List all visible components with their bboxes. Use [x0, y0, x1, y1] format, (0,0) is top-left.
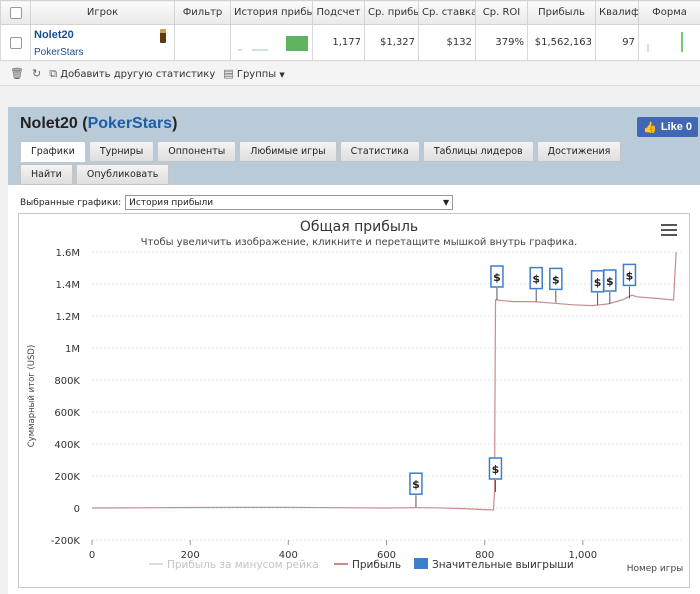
- big-win-marker-label: $: [626, 269, 634, 282]
- col-header-avg-profit[interactable]: Ср. прибыль: [364, 0, 419, 25]
- copy-icon: ⧉: [49, 66, 58, 80]
- table-row: Nolet20 PokerStars 1,177 $1,327 $132 379…: [0, 24, 700, 61]
- add-stats-button[interactable]: ⧉ Добавить другую статистику: [49, 67, 215, 81]
- tab-favorite-games[interactable]: Любимые игры: [239, 141, 337, 162]
- form-sparkline: [638, 24, 700, 61]
- tab-achievements[interactable]: Достижения: [536, 141, 622, 162]
- tab-statistics[interactable]: Статистика: [339, 141, 420, 162]
- profit-chart[interactable]: Общая прибыль Чтобы увеличить изображение…: [18, 213, 690, 588]
- tab-charts[interactable]: Графики: [20, 141, 86, 162]
- y-tick-label: 0: [74, 504, 80, 515]
- big-win-marker-label: $: [552, 273, 560, 286]
- col-header-count[interactable]: Подсчет: [312, 0, 365, 25]
- y-tick-label: 600K: [54, 408, 80, 419]
- tab-tournaments[interactable]: Турниры: [88, 141, 155, 162]
- legend-label: Значительные выигрыши: [432, 559, 574, 571]
- x-axis-label: Номер игры: [627, 564, 684, 574]
- x-tick-label: 0: [89, 550, 95, 561]
- series-line-profit: [91, 251, 677, 511]
- row-checkbox[interactable]: [0, 24, 31, 61]
- legend-label: Прибыль за минусом рейка: [167, 559, 319, 571]
- big-win-marker-label: $: [606, 275, 614, 288]
- panel-site-link[interactable]: PokerStars: [88, 115, 173, 132]
- tab-opponents[interactable]: Оппоненты: [157, 141, 237, 162]
- thumbs-up-icon: 👍: [643, 121, 657, 134]
- chart-selector-row: Выбранные графики: История прибыли ▼: [20, 195, 454, 210]
- y-tick-label: -200K: [51, 536, 81, 547]
- stats-table: Игрок Фильтр История прибыль Подсчет Ср.…: [0, 0, 700, 61]
- table-toolbar: 🗑 ↻ ⧉ Добавить другую статистику ▤ Групп…: [0, 62, 700, 86]
- chart-selector-label: Выбранные графики:: [20, 197, 122, 208]
- big-win-marker-label: $: [492, 463, 500, 476]
- filter-cell: [174, 24, 231, 61]
- y-tick-label: 1.2M: [55, 312, 80, 323]
- col-header-profit[interactable]: Прибыль: [527, 0, 596, 25]
- count-cell: 1,177: [312, 24, 365, 61]
- tab-leaderboards[interactable]: Таблицы лидеров: [422, 141, 534, 162]
- history-sparkline: [230, 24, 313, 61]
- col-header-filter[interactable]: Фильтр: [174, 0, 231, 25]
- y-tick-label: 800K: [54, 376, 80, 387]
- player-cell: Nolet20 PokerStars: [30, 24, 175, 61]
- profit-cell: $1,562,163: [527, 24, 596, 61]
- col-header-form[interactable]: Форма: [638, 0, 700, 25]
- chevron-down-icon: ▼: [279, 71, 285, 79]
- col-header-history[interactable]: История прибыль: [230, 0, 313, 25]
- legend-label: Прибыль: [352, 559, 401, 571]
- chevron-down-icon: ▼: [443, 198, 450, 207]
- player-panel: Nolet20 (PokerStars) 👍 Like 0 Графики Ту…: [8, 107, 700, 594]
- chart-title: Общая прибыль: [300, 219, 418, 235]
- panel-tabs: Графики Турниры Оппоненты Любимые игры С…: [20, 141, 640, 185]
- select-all-checkbox[interactable]: [0, 0, 31, 25]
- refresh-icon[interactable]: ↻: [32, 67, 41, 80]
- avg-stake-cell: $132: [418, 24, 476, 61]
- y-tick-label: 1.6M: [55, 248, 80, 259]
- chart-subtitle: Чтобы увеличить изображение, кликните и …: [141, 237, 578, 248]
- col-header-player[interactable]: Игрок: [30, 0, 175, 25]
- player-site-link[interactable]: PokerStars: [34, 47, 171, 58]
- chart-selector[interactable]: История прибыли ▼: [125, 195, 454, 210]
- tab-find[interactable]: Найти: [20, 164, 73, 185]
- player-name-link[interactable]: Nolet20: [34, 29, 171, 41]
- print-icon: ▤: [223, 67, 234, 80]
- notes-icon[interactable]: [160, 29, 166, 43]
- panel-header: Nolet20 (PokerStars) 👍 Like 0 Графики Ту…: [8, 107, 700, 185]
- y-tick-label: 1.4M: [55, 280, 80, 291]
- big-win-marker-label: $: [412, 478, 420, 491]
- panel-title: Nolet20 (PokerStars): [20, 115, 178, 132]
- tab-publish[interactable]: Опубликовать: [75, 164, 170, 185]
- quality-cell: 97: [595, 24, 639, 61]
- y-tick-label: 200K: [54, 472, 80, 483]
- facebook-like-button[interactable]: 👍 Like 0: [637, 117, 698, 137]
- groups-dropdown[interactable]: ▤ Группы ▼: [223, 67, 285, 80]
- big-win-marker-label: $: [594, 276, 602, 289]
- avg-roi-cell: 379%: [475, 24, 528, 61]
- big-win-marker-label: $: [532, 273, 540, 286]
- legend-swatch-big-wins: [414, 558, 428, 569]
- y-axis-label: Суммарный итог (USD): [27, 345, 37, 448]
- y-tick-label: 1M: [65, 344, 80, 355]
- col-header-avg-stake[interactable]: Ср. ставка: [418, 0, 476, 25]
- trash-icon[interactable]: 🗑: [10, 67, 24, 80]
- avg-profit-cell: $1,327: [364, 24, 419, 61]
- chart-svg: Общая прибыль Чтобы увеличить изображение…: [27, 219, 684, 574]
- big-win-marker-label: $: [493, 271, 501, 284]
- col-header-quality[interactable]: Квалиф: [595, 0, 639, 25]
- col-header-avg-roi[interactable]: Ср. ROI: [475, 0, 528, 25]
- y-tick-label: 400K: [54, 440, 80, 451]
